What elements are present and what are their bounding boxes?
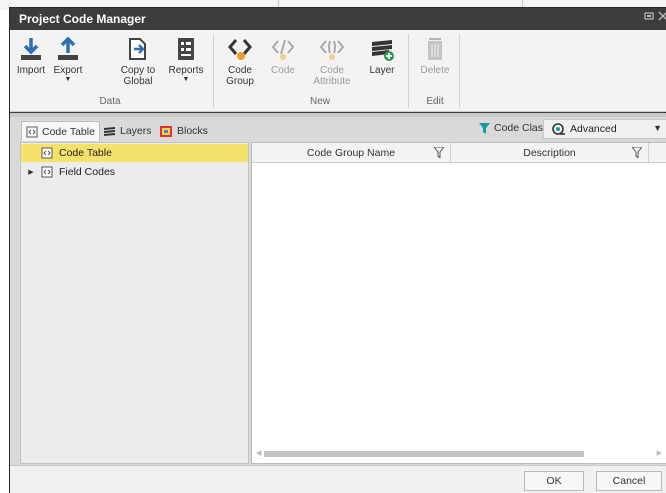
copy-to-global-label: Copy to Global — [120, 65, 156, 87]
title-bar: Project Code Manager — [10, 8, 666, 30]
code-group-grid[interactable]: Code Group Name Description ◀ ▶ — [251, 142, 666, 464]
tab-blocks-label: Blocks — [177, 125, 208, 137]
chevron-down-icon: ▼ — [653, 123, 662, 133]
code-attribute-button[interactable]: Code Attribute — [310, 36, 354, 87]
code-class-label: Code Class — [494, 122, 549, 134]
column-header-label: Code Group Name — [306, 147, 396, 159]
group-divider — [213, 34, 214, 108]
chevron-down-icon: ▼ — [64, 76, 72, 83]
export-label: Export — [53, 65, 83, 76]
restore-icon[interactable] — [642, 11, 656, 25]
group-label-data: Data — [99, 96, 121, 107]
tab-code-table[interactable]: Code Table — [21, 121, 100, 141]
layer-button[interactable]: Layer — [365, 36, 399, 76]
column-header-description[interactable]: Description — [451, 143, 649, 163]
column-header-label: Description — [523, 147, 576, 159]
import-label: Import — [16, 65, 46, 76]
tab-strip: Code Table Layers Blocks Code Class Adva… — [10, 117, 666, 143]
export-icon — [58, 36, 78, 60]
tab-layers-label: Layers — [120, 125, 152, 137]
reports-label: Reports — [168, 65, 204, 76]
scroll-right-icon[interactable]: ▶ — [657, 449, 662, 457]
advanced-search-icon — [552, 122, 565, 135]
tree-item-label: Field Codes — [59, 166, 116, 178]
tree-item-code-table[interactable]: Code Table — [21, 144, 248, 162]
delete-label: Delete — [420, 65, 450, 76]
layer-icon — [372, 40, 394, 61]
scroll-left-icon[interactable]: ◀ — [256, 449, 261, 457]
window-title: Project Code Manager — [19, 12, 146, 26]
code-icon — [271, 39, 295, 60]
blocks-icon — [160, 125, 172, 137]
code-tree[interactable]: Code Table ▶ Field Codes — [20, 142, 249, 464]
expand-arrow-icon[interactable]: ▶ — [21, 168, 41, 176]
code-button[interactable]: Code — [268, 36, 298, 76]
main-panel: Code Table Layers Blocks Code Class Adva… — [10, 117, 666, 465]
grid-header: Code Group Name Description — [252, 143, 666, 163]
tree-item-label: Code Table — [59, 147, 112, 159]
group-label-new: New — [309, 96, 330, 107]
group-label-edit: Edit — [426, 96, 444, 107]
filter-icon — [479, 122, 490, 134]
code-group-label: Code Group — [226, 65, 254, 87]
copy-to-global-button[interactable]: Copy to Global — [113, 36, 163, 87]
advanced-mode-select[interactable]: Advanced ▼ — [543, 119, 666, 139]
tab-code-table-label: Code Table — [42, 125, 95, 138]
dialog-footer: OK Cancel — [10, 465, 666, 493]
layers-icon — [104, 126, 115, 136]
trash-icon — [428, 38, 442, 60]
filter-icon[interactable] — [434, 147, 444, 158]
tree-item-field-codes[interactable]: ▶ Field Codes — [21, 163, 248, 181]
code-attribute-label: Code Attribute — [313, 65, 351, 87]
copy-to-global-icon — [129, 38, 146, 60]
code-class-filter[interactable]: Code Class — [479, 122, 548, 134]
project-code-manager-window: Project Code Manager Import Export ▼ Cop… — [9, 7, 666, 493]
export-button[interactable]: Export ▼ — [52, 36, 84, 83]
code-table-icon — [41, 147, 53, 159]
tab-blocks[interactable]: Blocks — [155, 121, 212, 141]
advanced-mode-value: Advanced — [570, 123, 617, 135]
reports-icon — [178, 38, 194, 60]
code-label: Code — [271, 65, 295, 76]
group-divider — [459, 34, 460, 108]
horizontal-scrollbar[interactable]: ◀ ▶ — [256, 449, 662, 459]
column-header-code-group-name[interactable]: Code Group Name — [252, 143, 451, 163]
code-group-button[interactable]: Code Group — [222, 36, 258, 87]
code-attribute-icon — [319, 40, 345, 60]
close-icon[interactable] — [656, 11, 666, 25]
chevron-down-icon: ▼ — [182, 76, 190, 83]
import-button[interactable]: Import — [16, 36, 46, 76]
ok-button[interactable]: OK — [524, 471, 584, 491]
scrollbar-thumb[interactable] — [264, 451, 584, 457]
reports-button[interactable]: Reports ▼ — [166, 36, 206, 83]
code-table-icon — [26, 126, 38, 137]
ribbon: Import Export ▼ Copy to Global Reports ▼… — [10, 30, 666, 112]
code-group-icon — [228, 39, 252, 60]
layer-label: Layer — [369, 65, 395, 76]
cancel-button[interactable]: Cancel — [596, 471, 662, 491]
delete-button[interactable]: Delete — [416, 36, 454, 76]
tab-layers[interactable]: Layers — [99, 121, 156, 141]
import-icon — [21, 38, 41, 60]
code-table-icon — [41, 166, 53, 178]
group-divider — [408, 34, 409, 108]
filter-icon[interactable] — [632, 147, 642, 158]
